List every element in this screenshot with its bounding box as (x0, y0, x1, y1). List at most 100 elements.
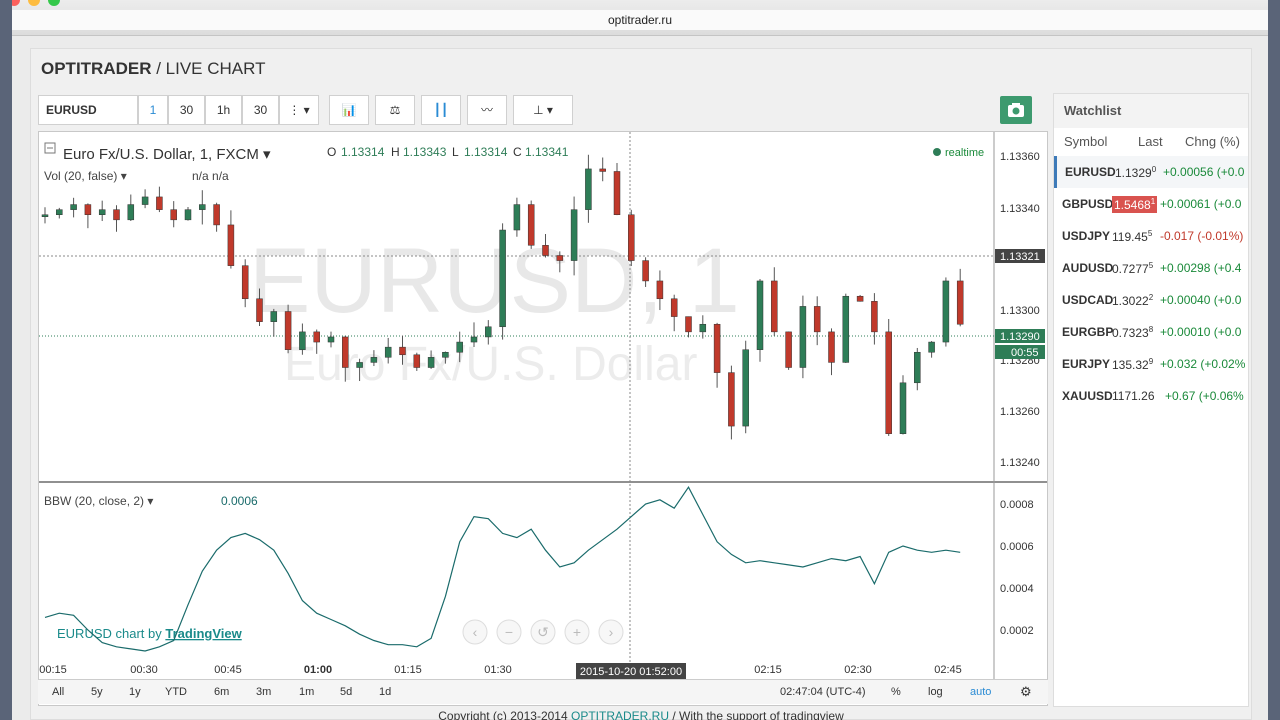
candle (956, 280, 964, 325)
candle (756, 280, 764, 350)
candle (570, 209, 578, 261)
candle (356, 362, 363, 368)
watchlist-title: Watchlist (1054, 94, 1248, 128)
watchlist-row[interactable]: USDCAD 1.30222 +0.00040 (+0.0 (1054, 284, 1248, 316)
candle (871, 301, 878, 333)
watchlist-symbol: USDCAD (1062, 293, 1114, 307)
drawing-tools-icon[interactable]: ⊥ ▾ (513, 95, 573, 125)
time-tick: 01:00 (304, 664, 332, 676)
candles-icon[interactable]: ┃┃ (421, 95, 461, 125)
watchlist-row[interactable]: GBPUSD 1.54681 +0.00061 (+0.0 (1054, 188, 1248, 220)
watchlist-row[interactable]: EURUSD 1.13290 +0.00056 (+0.0 (1054, 156, 1248, 188)
indicators-icon[interactable]: 📊 (329, 95, 369, 125)
watchlist-symbol: EURUSD (1065, 165, 1116, 179)
time-tick: 00:45 (214, 664, 242, 676)
candle (742, 349, 749, 427)
watchlist-last: 119.455 (1112, 229, 1153, 244)
price-tick: 1.13340 (1000, 203, 1040, 215)
more-intervals-button[interactable]: ⋮ ▾ (279, 95, 319, 125)
realtime-dot (933, 148, 941, 156)
candle (771, 280, 778, 333)
candle (799, 306, 807, 368)
ohlc-value: 1.13314 (464, 145, 508, 159)
candle (427, 357, 435, 368)
time-tick: 01:30 (484, 664, 512, 676)
price-chart-svg[interactable]: EURUSD, 1Euro Fx/U.S. DollarEuro Fx/U.S.… (39, 132, 1047, 682)
line-chart-icon[interactable]: 〰 (467, 95, 507, 125)
watchlist-row[interactable]: EURGBP 0.73238 +0.00010 (+0.0 (1054, 316, 1248, 348)
candle (613, 171, 621, 215)
footer-link[interactable]: OPTITRADER.RU (571, 709, 669, 720)
chart-nav-icon: ‹ (473, 624, 478, 640)
candle (456, 341, 463, 353)
maximize-window-button[interactable] (48, 0, 60, 6)
candle (41, 214, 49, 217)
candle (628, 214, 635, 261)
watchlist-row[interactable]: XAUUSD 1171.26 +0.67 (+0.06% (1054, 380, 1248, 412)
candle (942, 280, 950, 343)
percent-toggle[interactable]: % (891, 686, 901, 698)
range-5y-button[interactable]: 5y (91, 686, 103, 698)
range-1y-button[interactable]: 1y (129, 686, 141, 698)
range-all-button[interactable]: All (52, 686, 64, 698)
realtime-label: realtime (945, 147, 984, 159)
price-tick: 1.13300 (1000, 305, 1040, 317)
watchlist-last: 1.13290 (1115, 165, 1157, 180)
candle (685, 316, 692, 333)
col-symbol[interactable]: Symbol (1064, 134, 1107, 149)
candle (713, 323, 721, 373)
chart-panel[interactable]: EURUSD, 1 Euro Fx/U.S. Dollar Euro Fx/U.S.… (38, 131, 1048, 706)
interval-30-button[interactable]: 30 (168, 95, 205, 125)
range-3m-button[interactable]: 3m (256, 686, 271, 698)
candle (98, 209, 106, 215)
watchlist-row[interactable]: AUDUSD 0.72775 +0.00298 (+0.4 (1054, 252, 1248, 284)
candle (342, 336, 349, 368)
url-bar[interactable]: optitrader.ru (12, 10, 1268, 30)
col-change[interactable]: Chng (%) (1185, 134, 1240, 149)
watchlist-symbol: EURJPY (1062, 357, 1111, 371)
candle (327, 336, 335, 343)
gear-icon[interactable]: ⚙ (1020, 684, 1032, 700)
candle (442, 351, 449, 358)
watchlist-row[interactable]: EURJPY 135.329 +0.032 (+0.02% (1054, 348, 1248, 380)
candle (227, 224, 235, 266)
bbw-tick: 0.0004 (1000, 583, 1034, 595)
timer-label: 00:55 (1011, 347, 1039, 359)
bbw-tick: 0.0006 (1000, 541, 1034, 553)
symbol-input[interactable]: EURUSD (38, 95, 138, 125)
close-window-button[interactable] (12, 0, 20, 6)
candle (928, 341, 935, 353)
range-ytd-button[interactable]: YTD (165, 686, 187, 698)
col-last[interactable]: Last (1138, 134, 1163, 149)
range-1d-button[interactable]: 1d (379, 686, 391, 698)
watchlist-symbol: AUDUSD (1062, 261, 1114, 275)
watchlist-symbol: GBPUSD (1062, 197, 1114, 211)
chart-toolbar: EURUSD 1 30 1h 30 ⋮ ▾ 📊 ⚖ ┃┃ 〰 ⊥ ▾ (38, 95, 1028, 127)
last-price-marker: 1.13290 (1000, 331, 1040, 343)
candle (241, 265, 249, 300)
interval-1-button[interactable]: 1 (138, 95, 168, 125)
watchlist-change: -0.017 (-0.01%) (1160, 229, 1244, 243)
range-5d-button[interactable]: 5d (340, 686, 352, 698)
camera-icon[interactable] (1000, 96, 1032, 124)
watchlist-last: 0.73238 (1112, 325, 1154, 340)
time-tick: 00:30 (130, 664, 158, 676)
candle (828, 331, 835, 363)
interval-30-alt-button[interactable]: 30 (242, 95, 279, 125)
minimize-window-button[interactable] (28, 0, 40, 6)
candle (184, 209, 192, 221)
candle (699, 323, 707, 333)
range-1m-button[interactable]: 1m (299, 686, 314, 698)
candle (542, 245, 549, 256)
interval-1h-button[interactable]: 1h (205, 95, 242, 125)
log-toggle[interactable]: log (928, 686, 943, 698)
watchlist-last: 1171.26 (1112, 389, 1155, 403)
watchlist-row[interactable]: USDJPY 119.455 -0.017 (-0.01%) (1054, 220, 1248, 252)
auto-toggle[interactable]: auto (970, 686, 991, 698)
range-6m-button[interactable]: 6m (214, 686, 229, 698)
chart-nav-icon: − (505, 624, 513, 640)
watchlist-last: 1.30222 (1112, 293, 1154, 308)
compare-icon[interactable]: ⚖ (375, 95, 415, 125)
page-content: OPTITRADER / LIVE CHART EURUSD 1 30 1h 3… (30, 48, 1252, 720)
candle (899, 382, 907, 434)
